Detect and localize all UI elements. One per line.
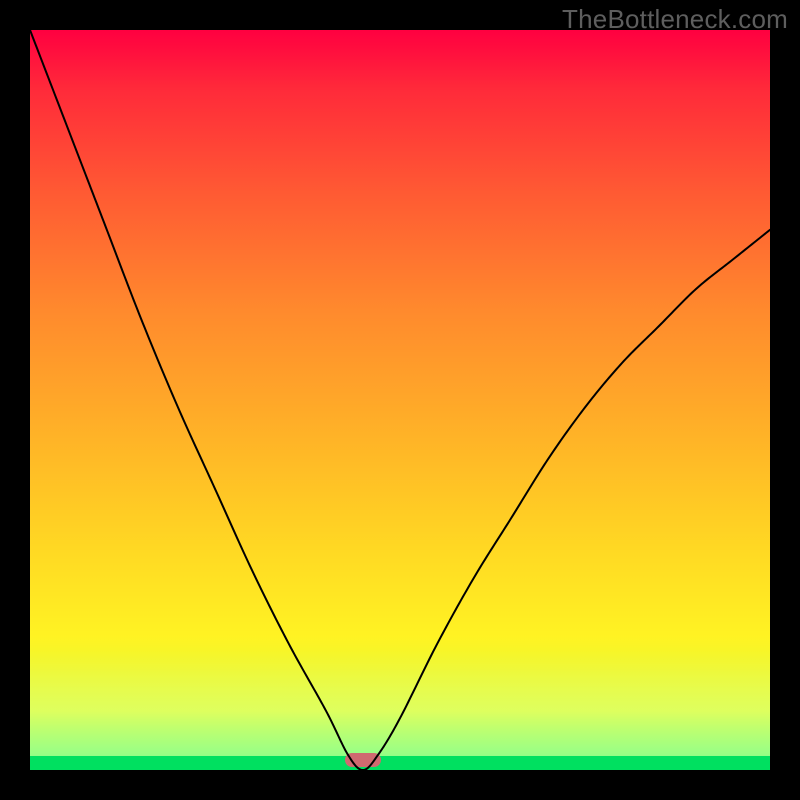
chart-frame: TheBottleneck.com: [0, 0, 800, 800]
watermark-text: TheBottleneck.com: [562, 4, 788, 35]
plot-area: [30, 30, 770, 770]
bottleneck-curve: [30, 30, 770, 770]
